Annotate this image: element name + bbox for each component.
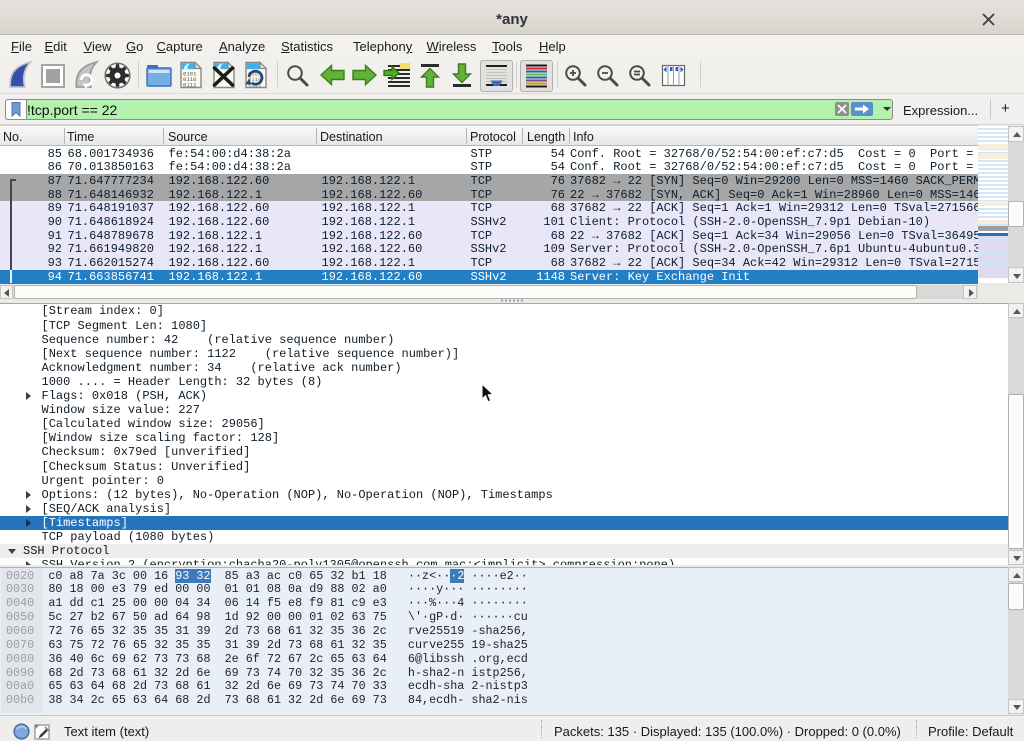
svg-text:0111: 0111	[183, 82, 197, 89]
